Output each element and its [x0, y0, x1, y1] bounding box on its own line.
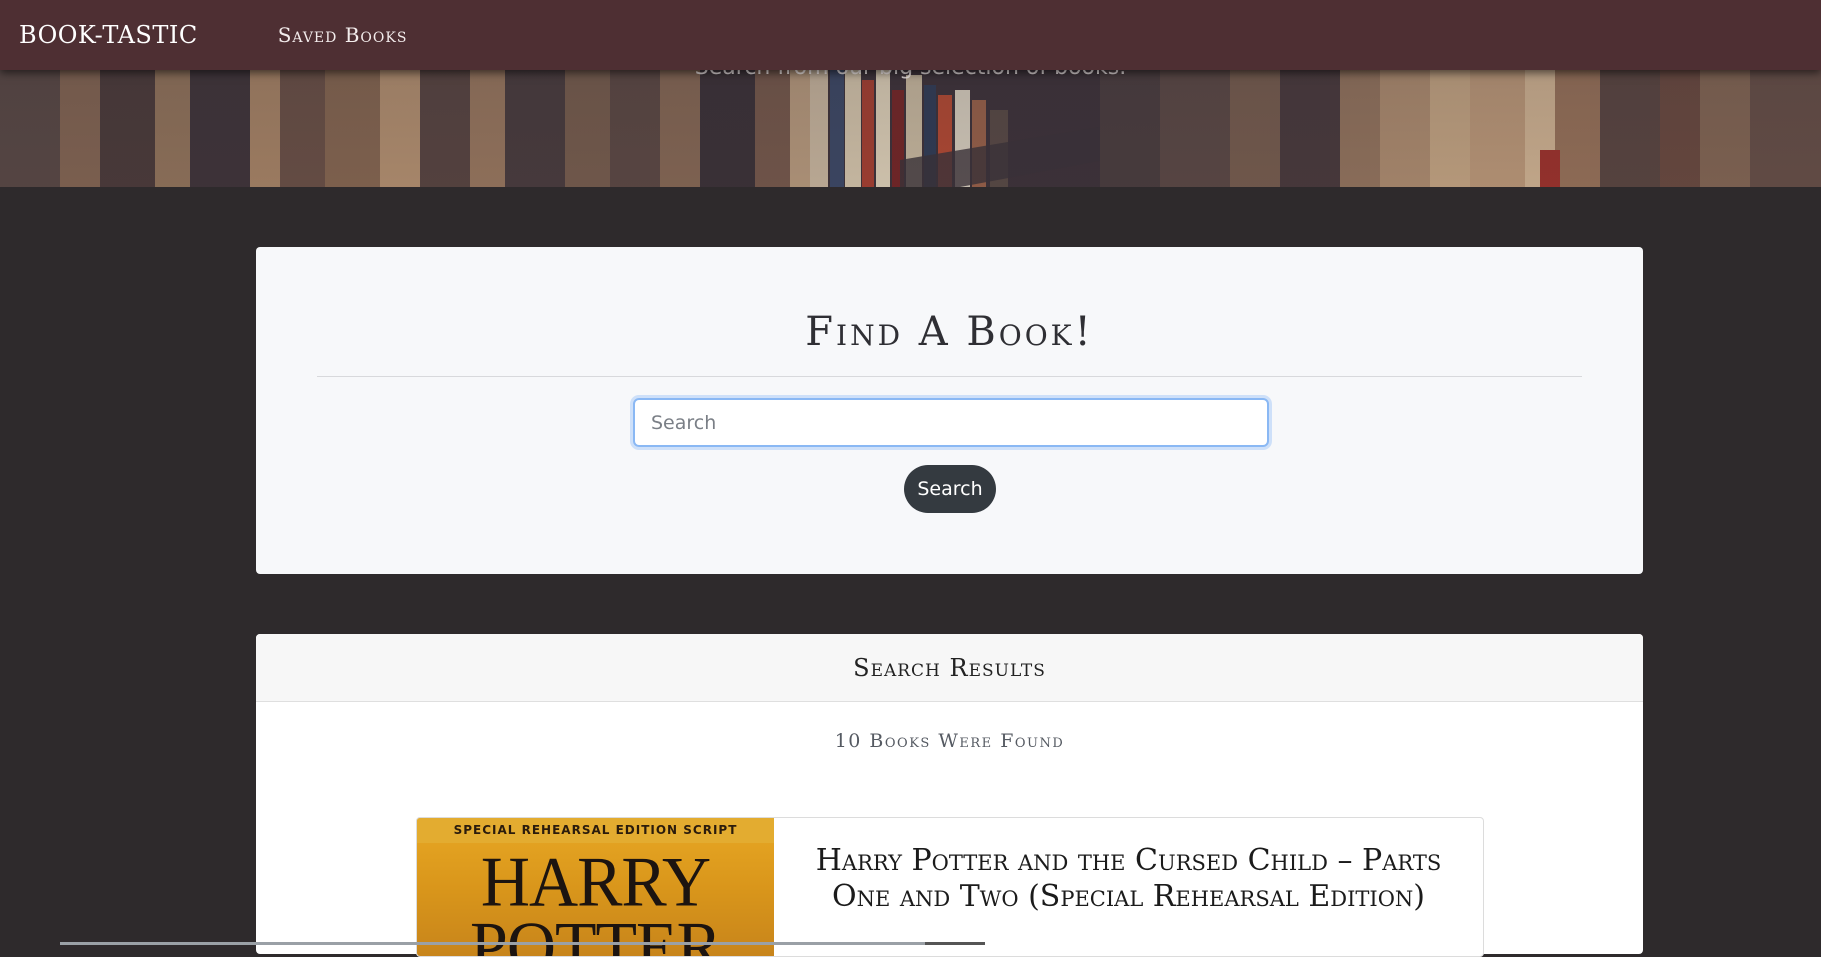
search-card: Find A Book! Search [256, 247, 1643, 574]
cover-title: HARRY POTTER [470, 841, 722, 957]
top-navbar: BOOK-TASTIC Saved Books [0, 0, 1821, 70]
nav-saved-books[interactable]: Saved Books [278, 23, 408, 47]
divider [317, 376, 1582, 377]
brand-logo[interactable]: BOOK-TASTIC [19, 21, 198, 49]
search-title: Find A Book! [805, 309, 1094, 355]
results-count: 10 Books Were Found [834, 730, 1065, 752]
book-cover-image[interactable]: SPECIAL REHEARSAL EDITION SCRIPT HARRY P… [417, 818, 774, 957]
results-card: Search Results 10 Books Were Found SPECI… [256, 634, 1643, 957]
book-title[interactable]: Harry Potter and the Cursed Child – Part… [774, 843, 1483, 915]
search-input[interactable] [633, 398, 1269, 447]
cover-banner: SPECIAL REHEARSAL EDITION SCRIPT [417, 818, 774, 843]
results-header: Search Results [256, 634, 1643, 702]
book-card[interactable]: SPECIAL REHEARSAL EDITION SCRIPT HARRY P… [416, 817, 1484, 957]
search-button[interactable]: Search [904, 465, 996, 513]
